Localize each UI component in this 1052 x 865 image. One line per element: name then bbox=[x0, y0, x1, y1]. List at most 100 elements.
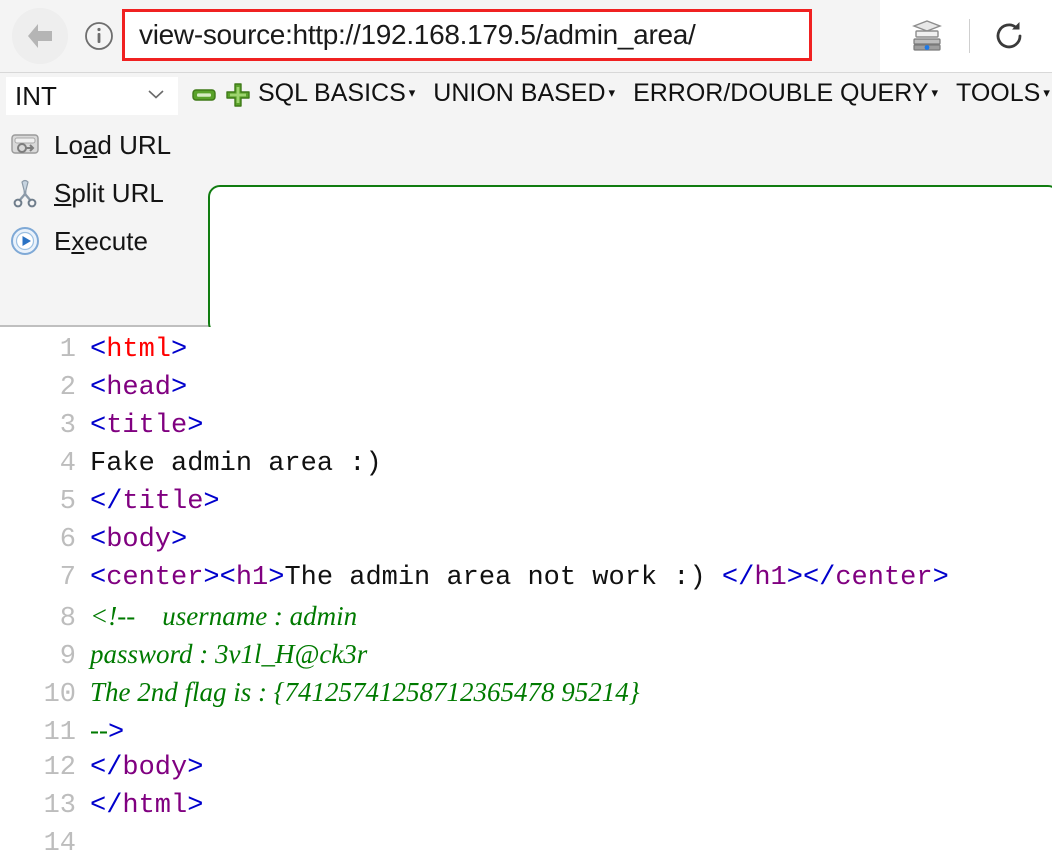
code-token: h1 bbox=[235, 563, 269, 593]
menu-item-tools[interactable]: TOOLS ▾ bbox=[956, 79, 1050, 108]
code-token: > bbox=[187, 753, 204, 783]
back-button[interactable] bbox=[12, 8, 68, 64]
code-line: 9 password : 3v1l_H@ck3r bbox=[0, 639, 1052, 677]
code-line: 2 <head> bbox=[0, 373, 1052, 411]
execute-button[interactable]: Execute bbox=[0, 217, 196, 265]
split-url-icon bbox=[8, 176, 42, 210]
code-line-content: <body> bbox=[90, 525, 187, 555]
code-token: <!-- username : admin bbox=[90, 601, 358, 631]
load-url-button[interactable]: Load URL bbox=[0, 121, 196, 169]
line-number: 12 bbox=[43, 753, 76, 783]
code-token: Fake admin area :) bbox=[90, 449, 382, 479]
caret-down-icon: ▾ bbox=[408, 85, 416, 100]
type-select[interactable]: INT bbox=[6, 77, 178, 115]
code-token: -- bbox=[90, 715, 108, 745]
code-token: > bbox=[187, 791, 204, 821]
code-token: center bbox=[835, 563, 933, 593]
execute-label: Execute bbox=[54, 225, 148, 256]
code-line-content: <center><h1>The admin area not work :) <… bbox=[90, 563, 949, 593]
menu-item-label: TOOLS bbox=[956, 79, 1041, 107]
reload-icon[interactable] bbox=[992, 19, 1026, 53]
url-bar[interactable]: view-source:http://192.168.179.5/admin_a… bbox=[122, 9, 812, 61]
toolbar-divider bbox=[968, 19, 970, 53]
menu-item-union-based[interactable]: UNION BASED ▾ bbox=[433, 79, 615, 108]
code-line: 3 <title> bbox=[0, 411, 1052, 449]
code-token: > bbox=[932, 563, 949, 593]
payload-textarea[interactable] bbox=[208, 185, 1052, 335]
line-number: 1 bbox=[59, 335, 76, 365]
line-number: 8 bbox=[59, 604, 76, 634]
code-token: > bbox=[171, 373, 188, 403]
code-line: 5 </title> bbox=[0, 487, 1052, 525]
code-token: < bbox=[90, 525, 107, 555]
code-line-content: </html> bbox=[90, 791, 203, 821]
line-number: 5 bbox=[59, 487, 76, 517]
code-line-content: password : 3v1l_H@ck3r bbox=[90, 639, 367, 672]
code-token: < bbox=[90, 563, 107, 593]
code-token: </ bbox=[721, 563, 755, 593]
menu-item-label: ERROR/DOUBLE QUERY bbox=[633, 79, 929, 107]
code-line: 13 </html> bbox=[0, 791, 1052, 829]
code-token: </ bbox=[90, 753, 123, 783]
line-number: 10 bbox=[43, 680, 76, 710]
code-token: < bbox=[90, 373, 107, 403]
menu-item-sql-basics[interactable]: SQL BASICS ▾ bbox=[258, 79, 415, 108]
code-token: > bbox=[203, 487, 220, 517]
code-line: 6 <body> bbox=[0, 525, 1052, 563]
code-token: > bbox=[171, 525, 188, 555]
plus-icon[interactable] bbox=[226, 83, 250, 112]
line-number: 3 bbox=[59, 411, 76, 441]
load-url-icon bbox=[8, 128, 42, 162]
url-text: view-source:http://192.168.179.5/admin_a… bbox=[139, 19, 696, 50]
code-token: html bbox=[106, 335, 172, 365]
code-line-content: </body> bbox=[90, 753, 203, 783]
type-select-value: INT bbox=[15, 80, 57, 111]
line-number: 6 bbox=[59, 525, 76, 555]
code-line-content: <title> bbox=[90, 411, 203, 441]
code-line-content: The 2nd flag is : {74125741258712365478 … bbox=[90, 677, 640, 710]
code-token: < bbox=[90, 335, 107, 365]
hackbar-panel: INT SQL BASICS ▾ UNION BASED ▾ ERROR/DOU… bbox=[0, 73, 1052, 377]
code-line: 1 <html> bbox=[0, 335, 1052, 373]
code-line: 8 <!-- username : admin bbox=[0, 601, 1052, 639]
code-line-content: <html> bbox=[90, 335, 187, 365]
minus-icon[interactable] bbox=[192, 88, 216, 107]
code-line-list: 1 <html> 2 <head> 3 <title> 4 Fake admin area :… bbox=[0, 335, 1052, 865]
caret-down-icon: ▾ bbox=[608, 85, 616, 100]
code-token: > bbox=[171, 335, 188, 365]
code-line: 11 --> bbox=[0, 715, 1052, 753]
menu-item-error-double-query[interactable]: ERROR/DOUBLE QUERY ▾ bbox=[633, 79, 938, 108]
code-token: > bbox=[187, 411, 204, 441]
menu-item-label: UNION BASED bbox=[433, 79, 606, 107]
code-token: < bbox=[219, 563, 236, 593]
code-line: 12 </body> bbox=[0, 753, 1052, 791]
code-token: > bbox=[107, 718, 125, 748]
code-line: 4 Fake admin area :) bbox=[0, 449, 1052, 487]
server-icon[interactable] bbox=[907, 16, 947, 56]
line-number: 7 bbox=[59, 563, 76, 593]
line-number: 9 bbox=[59, 642, 76, 672]
execute-icon bbox=[8, 224, 42, 258]
back-arrow-icon bbox=[23, 19, 57, 53]
code-token: body bbox=[122, 753, 188, 783]
code-token: </ bbox=[802, 563, 836, 593]
code-token: > bbox=[268, 563, 285, 593]
view-source-content: 1 <html> 2 <head> 3 <title> 4 Fake admin area :… bbox=[0, 327, 1052, 865]
line-number: 2 bbox=[59, 373, 76, 403]
load-url-label: Load URL bbox=[54, 129, 172, 160]
code-token: < bbox=[90, 411, 107, 441]
split-url-button[interactable]: Split URL bbox=[0, 169, 196, 217]
chrome-right-actions bbox=[880, 0, 1052, 72]
code-token: The 2nd flag is : {74125741258712365478 … bbox=[90, 677, 640, 707]
site-info-icon[interactable] bbox=[82, 19, 116, 53]
code-token: </ bbox=[90, 791, 123, 821]
chevron-down-icon bbox=[147, 87, 165, 105]
code-token: > bbox=[786, 563, 803, 593]
hackbar-menu-bar: SQL BASICS ▾ UNION BASED ▾ ERROR/DOUBLE … bbox=[258, 79, 1052, 108]
code-line-content: <head> bbox=[90, 373, 187, 403]
code-token: > bbox=[203, 563, 220, 593]
menu-item-label: SQL BASICS bbox=[258, 79, 406, 107]
browser-chrome: view-source:http://192.168.179.5/admin_a… bbox=[0, 0, 1052, 73]
caret-down-icon: ▾ bbox=[931, 85, 939, 100]
split-url-label: Split URL bbox=[54, 177, 164, 208]
